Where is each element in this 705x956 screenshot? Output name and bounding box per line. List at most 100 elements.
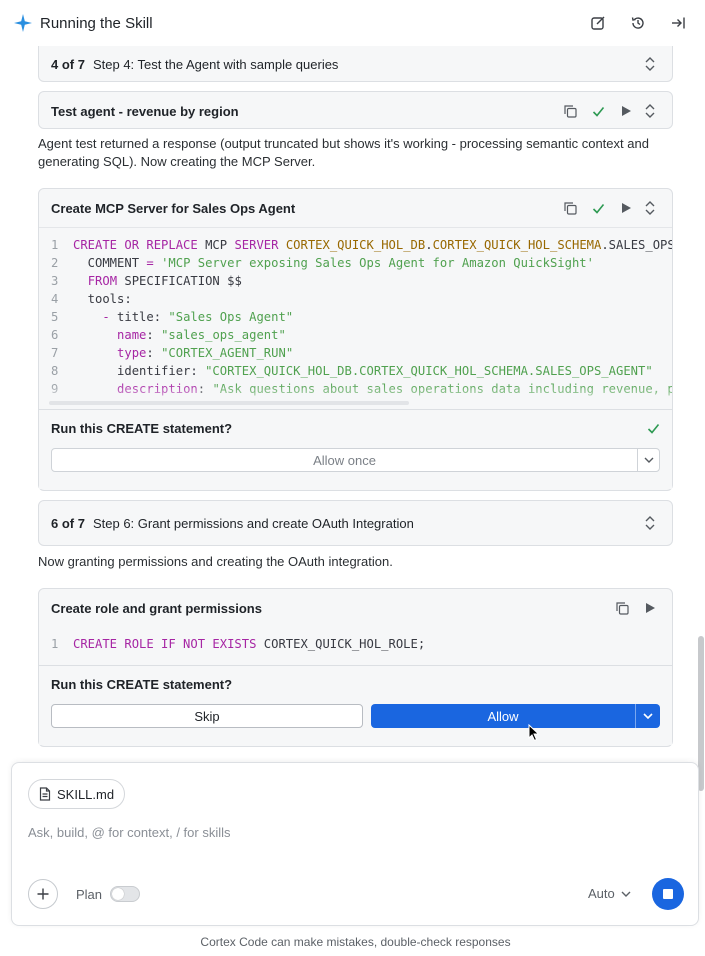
expand-icon[interactable] <box>640 54 660 74</box>
skip-button[interactable]: Skip <box>51 704 363 728</box>
horizontal-scrollbar[interactable] <box>49 401 409 405</box>
code-text: COMMENT = 'MCP Server exposing Sales Ops… <box>73 254 594 272</box>
code-text: name: "sales_ops_agent" <box>73 326 286 344</box>
code-block[interactable]: 1 CREATE OR REPLACE MCP SERVER CORTEX_QUI… <box>39 227 672 409</box>
code-line: 5 - title: "Sales Ops Agent" <box>39 308 672 326</box>
code-token: name <box>117 328 147 342</box>
code-token: FROM <box>87 274 118 288</box>
code-token: : <box>146 346 162 360</box>
code-token: MCP <box>197 238 235 252</box>
plan-toggle[interactable] <box>110 886 141 902</box>
confirm-panel: Run this CREATE statement? Skip Allow <box>39 665 672 745</box>
code-line: 4 tools: <box>39 290 672 308</box>
edit-icon[interactable] <box>585 10 611 36</box>
conversation-scroll-area[interactable]: 4 of 7 Step 4: Test the Agent with sampl… <box>0 46 705 760</box>
code-line: 2 COMMENT = 'MCP Server exposing Sales O… <box>39 254 672 272</box>
code-token: tools: <box>73 292 132 306</box>
stop-button[interactable] <box>652 878 684 910</box>
code-token: CORTEX_QUICK_HOL_ROLE; <box>256 637 426 651</box>
allow-split-button[interactable]: Allow <box>371 704 660 728</box>
allow-button[interactable]: Allow <box>371 704 635 728</box>
code-token: CREATE ROLE IF NOT EXISTS <box>73 637 257 651</box>
line-number: 1 <box>51 238 59 252</box>
step-counter: 6 of 7 <box>51 515 85 531</box>
plan-toggle-group[interactable]: Plan <box>76 886 141 902</box>
expand-icon[interactable] <box>640 513 660 533</box>
code-token: CREATE OR REPLACE <box>73 238 198 252</box>
code-token: identifier: <box>73 364 206 378</box>
assistant-message: Agent test returned a response (output t… <box>38 136 649 169</box>
tool-card-title: Create MCP Server for Sales Ops Agent <box>51 200 296 216</box>
code-token: type <box>117 346 147 360</box>
allow-once-split-button[interactable]: Allow once <box>51 448 660 472</box>
code-token: SPECIFICATION $$ <box>117 274 242 288</box>
attached-file-chip[interactable]: SKILL.md <box>28 779 126 809</box>
copy-icon[interactable] <box>560 198 580 218</box>
allow-once-button[interactable]: Allow once <box>52 449 637 471</box>
expand-icon[interactable] <box>640 198 660 218</box>
chevron-down-icon[interactable] <box>635 704 660 728</box>
history-icon[interactable] <box>625 10 651 36</box>
code-text: type: "CORTEX_AGENT_RUN" <box>73 344 293 362</box>
code-token: . <box>425 238 433 252</box>
code-line: 1 CREATE OR REPLACE MCP SERVER CORTEX_QUI… <box>39 236 672 254</box>
tool-card-mcp-server[interactable]: Create MCP Server for Sales Ops Agent 1C… <box>38 188 673 491</box>
run-icon[interactable] <box>616 101 636 121</box>
code-text: CREATE ROLE IF NOT EXISTS CORTEX_QUICK_H… <box>73 635 425 653</box>
panel-header: Running the Skill <box>0 0 705 46</box>
code-line: 3 FROM SPECIFICATION $$ <box>39 272 672 290</box>
code-block[interactable]: 1 CREATE ROLE IF NOT EXISTS CORTEX_QUICK_… <box>39 627 672 665</box>
tool-card-test-agent[interactable]: Test agent - revenue by region <box>38 91 673 129</box>
code-line: 8 identifier: "CORTEX_QUICK_HOL_DB.CORTE… <box>39 362 672 380</box>
mode-select[interactable]: Auto <box>588 886 631 901</box>
mode-label: Auto <box>588 886 615 901</box>
run-icon[interactable] <box>616 198 636 218</box>
line-number: 3 <box>51 274 59 288</box>
expand-icon[interactable] <box>640 101 660 121</box>
step-counter: 4 of 7 <box>51 56 85 72</box>
step-card-6[interactable]: 6 of 7 Step 6: Grant permissions and cre… <box>38 500 673 546</box>
code-text: identifier: "CORTEX_QUICK_HOL_DB.CORTEX_… <box>73 362 653 380</box>
line-number: 5 <box>51 310 59 324</box>
composer: SKILL.md Ask, build, @ for context, / fo… <box>11 762 699 926</box>
code-line: 6 name: "sales_ops_agent" <box>39 326 672 344</box>
confirm-question: Run this CREATE statement? <box>51 676 233 692</box>
chevron-down-icon <box>621 891 631 897</box>
panel-title: Running the Skill <box>40 14 153 32</box>
run-icon[interactable] <box>640 598 660 618</box>
mouse-cursor-icon <box>528 723 540 747</box>
code-line: 7 type: "CORTEX_AGENT_RUN" <box>39 344 672 362</box>
step-label: Step 6: Grant permissions and create OAu… <box>92 515 414 531</box>
line-number: 2 <box>51 256 59 270</box>
code-token: CORTEX_QUICK_HOL_SCHEMA <box>432 238 602 252</box>
assistant-message: Now granting permissions and creating th… <box>38 554 393 569</box>
copy-icon[interactable] <box>612 598 632 618</box>
code-token: = <box>146 256 154 270</box>
confirm-question: Run this CREATE statement? <box>51 420 233 436</box>
code-token: "CORTEX_QUICK_HOL_DB.CORTEX_QUICK_HOL_SC… <box>205 364 653 378</box>
check-icon <box>588 198 608 218</box>
code-token: .SALES_OPS_ <box>601 238 672 252</box>
code-token: COMMENT <box>73 256 147 270</box>
line-number: 8 <box>51 364 59 378</box>
disclaimer: Cortex Code can make mistakes, double-ch… <box>200 935 511 949</box>
file-icon <box>39 787 51 801</box>
code-token: "CORTEX_AGENT_RUN" <box>161 346 294 360</box>
code-token: CORTEX_QUICK_HOL_DB <box>285 238 426 252</box>
tool-card-create-role[interactable]: Create role and grant permissions 1 CREAT… <box>38 588 673 747</box>
step-label: Step 4: Test the Agent with sample queri… <box>92 56 339 72</box>
chevron-down-icon[interactable] <box>637 449 659 471</box>
prompt-input[interactable]: Ask, build, @ for context, / for skills <box>28 825 230 840</box>
tool-card-title: Test agent - revenue by region <box>51 103 239 119</box>
step-card-4[interactable]: 4 of 7 Step 4: Test the Agent with sampl… <box>38 46 673 82</box>
copy-icon[interactable] <box>560 101 580 121</box>
collapse-panel-icon[interactable] <box>665 10 691 36</box>
code-text: CREATE OR REPLACE MCP SERVER CORTEX_QUIC… <box>73 236 672 254</box>
add-icon[interactable] <box>28 879 58 909</box>
check-icon <box>647 422 660 435</box>
